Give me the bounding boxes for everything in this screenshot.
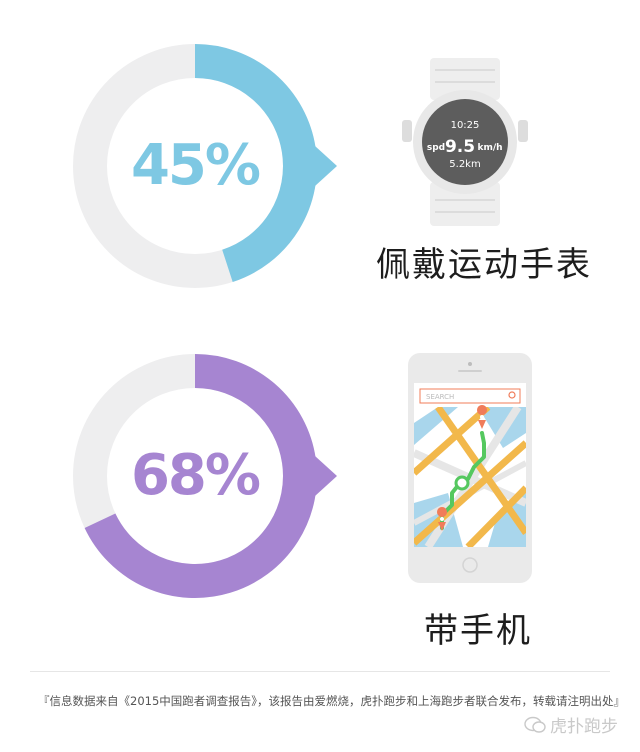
divider — [30, 671, 610, 672]
watch-speed-unit: km/h — [477, 143, 502, 153]
donut-pointer — [315, 456, 337, 496]
brand-watermark: 虎扑跑步 — [524, 712, 618, 737]
watch-distance: 5.2km — [449, 159, 480, 170]
category-label-watch: 佩戴运动手表 — [376, 245, 592, 285]
wechat-icon — [524, 716, 546, 733]
map-view — [414, 407, 526, 547]
category-label-phone: 带手机 — [424, 611, 532, 651]
percent-label-watch: 45% — [130, 133, 261, 198]
percent-label-phone: 68% — [130, 443, 261, 508]
watch-speed: 9.5 — [445, 137, 475, 157]
watch-spd-label: spd — [427, 143, 445, 153]
source-note: 『信息数据来自《2015中国跑者调查报告》，该报告由爱燃烧，虎扑跑步和上海跑步者… — [38, 694, 626, 708]
search-placeholder: SEARCH — [426, 393, 454, 401]
brand-name: 虎扑跑步 — [550, 717, 618, 737]
watch-time: 10:25 — [451, 120, 480, 131]
sports-watch-icon: 10:25 spd 9.5 km/h 5.2km — [402, 58, 528, 226]
donut-pointer — [315, 146, 337, 186]
smartphone-map-icon: SEARCH — [408, 353, 532, 583]
